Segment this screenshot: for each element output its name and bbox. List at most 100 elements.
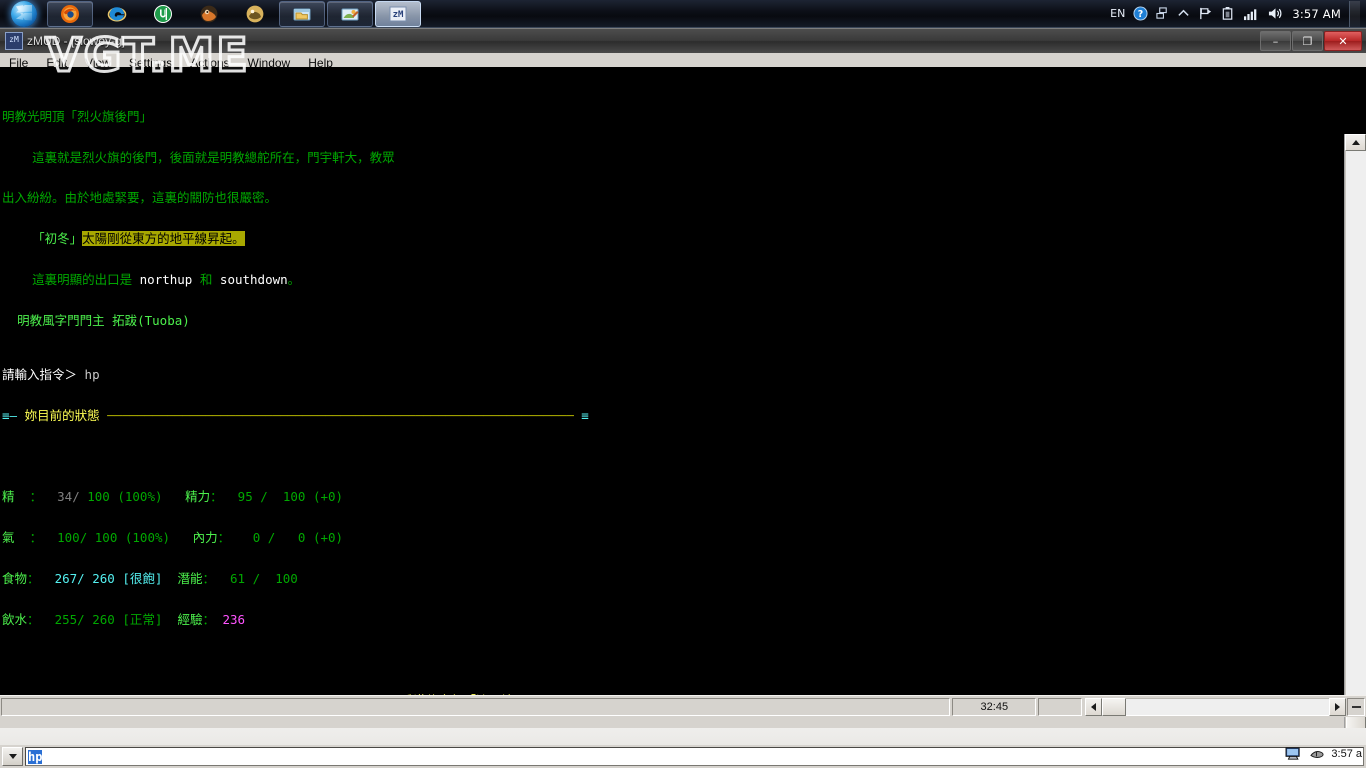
signal-bars-icon[interactable] [1243,7,1259,21]
mud-output-area: 明教光明頂「烈火旗後門」 這裏就是烈火旗的後門，後面就是明教總舵所在，門宇軒大，… [0,67,1366,762]
tray-language[interactable]: EN [1110,7,1125,20]
taskbar-item-explorer[interactable] [279,0,325,27]
triangle-up-icon [1351,140,1360,145]
close-button[interactable]: ✕ [1324,31,1362,51]
hscroll-thumb[interactable] [1102,697,1127,716]
hp1-label-qi: 氣 [2,530,15,546]
minimize-button[interactable]: – [1260,31,1291,51]
taskbar-item-firefox[interactable] [47,0,93,27]
command-input[interactable]: hp [25,747,1364,766]
start-button[interactable] [2,0,46,27]
hp1-exp: 236 [222,611,246,627]
hp1-food-state: [很飽] [122,570,163,586]
taskbar-item-utorrent[interactable] [141,2,185,26]
vertical-scrollbar[interactable] [1344,134,1366,762]
taskbar-item-zmud[interactable]: zM [375,0,421,27]
hp1-qn-cur: 61 [230,570,246,586]
hp1-label-water: 飲水 [2,611,28,627]
taskbar-item-media[interactable] [233,2,277,26]
hp1-label-food: 食物 [2,570,28,586]
hp1-label-jingli: 精力 [185,489,211,505]
hp1-jingli-cur: 95 [237,489,253,505]
desktop-tray: 3:57 a [1285,746,1362,762]
taskbar-item-paint[interactable] [327,0,373,27]
hp1-label-qianneng: 潛能 [177,570,203,586]
hp1-jingli-max: 100 [282,489,306,505]
help-icon[interactable]: ? [1133,6,1148,21]
weather-text: 太陽剛從東方的地平線昇起。 [82,231,245,247]
room-desc-2: 出入紛紛。由於地處緊要，這裏的關防也很嚴密。 [2,190,278,206]
exit-conj: 和 [199,271,213,287]
media-icon [246,5,264,22]
scroll-up-button[interactable] [1345,134,1366,151]
hp1-qi-max: 100 [94,530,118,546]
window-titlebar[interactable]: zM zMUD - [slowey-g] – ❐ ✕ [0,29,1366,53]
hp1-jing-cur: 34 [57,489,73,505]
action-center-flag-icon[interactable] [1198,6,1213,21]
start-orb-icon [11,0,37,27]
chevron-up-icon[interactable] [1177,7,1190,20]
hp1-qi-cur: 100 [57,530,80,546]
volume-icon[interactable] [1267,6,1284,21]
svg-text:zM: zM [393,10,404,20]
hp1-jing-max: 100 [87,489,110,505]
hp1-neili-bonus: (+0) [312,530,344,546]
hp1-label-neili: 內力 [192,530,218,546]
room-title: 明教光明頂「烈火旗後門」 [2,108,153,124]
firefox-icon [61,4,79,23]
tray-clock[interactable]: 3:57 AM [1292,7,1341,21]
status-resize-grip[interactable] [1347,697,1365,716]
hp1-label-exp: 經驗 [177,611,203,627]
paint-window-icon [341,8,359,20]
hp1-jingli-bonus: (+0) [312,489,344,505]
command-history-dropdown[interactable] [2,747,23,766]
windows-taskbar: zM EN ? 3:57 AM [0,0,1366,28]
network-icon[interactable] [1156,6,1169,21]
mud-terminal[interactable]: 明教光明頂「烈火旗後門」 這裏就是烈火旗的後門，後面就是明教總舵所在，門宇軒大，… [0,67,1345,695]
taskbar-item-browser[interactable] [187,2,231,26]
hp1-water-state: [正常] [122,611,163,627]
hscroll-right-button[interactable] [1329,697,1347,716]
season-label: 「初冬」 [32,231,83,247]
chevron-down-icon [8,754,17,759]
restore-button[interactable]: ❐ [1292,31,1323,51]
browser-icon [200,5,218,22]
window-controls: – ❐ ✕ [1260,31,1364,51]
exit-northup: northup [139,271,193,287]
hp1-food-cur: 267 [54,570,78,586]
vscroll-track[interactable] [1345,151,1366,745]
echo-cmd-hp-1: hp [84,367,100,383]
status-message-panel [1,697,951,716]
horizontal-scrollbar[interactable] [1085,697,1347,716]
exit-southdown: southdown [219,271,288,287]
monitor-icon[interactable] [1285,746,1303,762]
status-extra-panel [1038,697,1083,716]
status-bar: 32:45 [0,695,1366,717]
system-tray: EN ? 3:57 AM [1106,0,1366,28]
svg-text:?: ? [1138,9,1143,20]
zmud-icon: zM [5,32,23,50]
hscroll-left-button[interactable] [1085,697,1103,716]
hp1-jing-pct: (100%) [117,489,163,505]
command-input-value: hp [28,749,43,764]
triangle-left-icon [1091,702,1097,711]
room-npc: 明教風字門門主 拓跋(Tuoba) [17,312,190,328]
prompt-1: 請輸入指令＞ [2,367,78,383]
window-title: zMUD - [slowey-g] [27,34,126,48]
exits-prefix: 這裏明顯的出口是 [32,271,133,287]
utorrent-icon [154,4,172,23]
battery-icon[interactable] [1221,6,1235,22]
taskbar-item-internet-explorer[interactable] [95,2,139,26]
show-desktop-button[interactable] [1349,0,1360,27]
zmud-window-icon: zM [389,6,407,21]
hp1-qn-max: 100 [275,570,298,586]
hp-header-1: 妳目前的狀態 [24,407,100,423]
room-desc-1: 這裏就是烈火旗的後門，後面就是明教總舵所在，門宇軒大，教眾 [32,149,395,165]
internet-explorer-icon [107,6,127,21]
status-timer-panel: 32:45 [952,697,1037,716]
mouse-icon[interactable] [1309,747,1325,761]
hscroll-track[interactable] [1126,697,1330,716]
hp1-qi-pct: (100%) [124,530,171,546]
command-bar: hp [0,745,1366,768]
hp1-water-max: 260 [92,611,115,627]
